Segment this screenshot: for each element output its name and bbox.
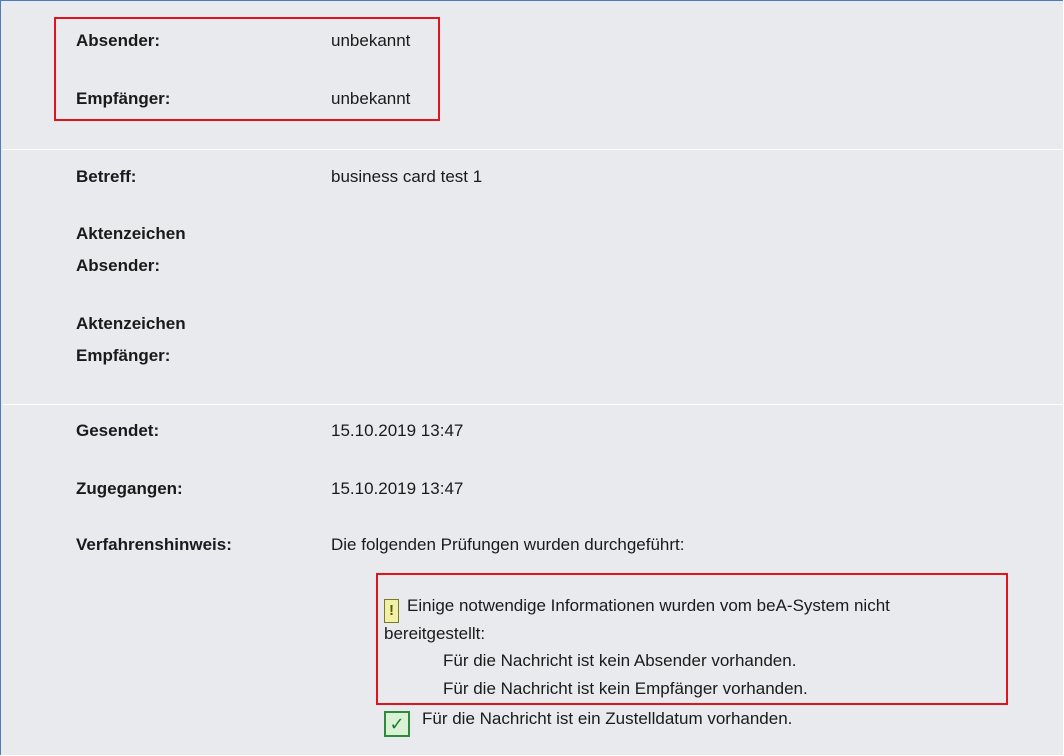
warning-text-1: Einige notwendige Informationen wurden v… xyxy=(407,596,890,615)
exclamation-icon: ! xyxy=(384,599,399,623)
warning-line: ! Einige notwendige Informationen wurden … xyxy=(384,594,890,623)
az-absender-label-line1: Aktenzeichen xyxy=(76,224,186,243)
zugegangen-label: Zugegangen: xyxy=(76,479,183,498)
az-empfaenger-label-line2: Empfänger: xyxy=(76,346,171,365)
subject-section: Betreff: business card test 1 Aktenzeich… xyxy=(3,149,1063,404)
ok-text: Für die Nachricht ist ein Zustelldatum v… xyxy=(422,709,793,728)
warning-detail-1: Für die Nachricht ist kein Absender vorh… xyxy=(443,651,797,670)
message-details-panel: Absender: unbekannt Empfänger: unbekannt… xyxy=(0,0,1063,755)
sender-highlight-box xyxy=(54,17,440,121)
warning-text-2: bereitgestellt: xyxy=(384,624,486,643)
verfahrenshinweis-value: Die folgenden Prüfungen wurden durchgefü… xyxy=(331,535,685,554)
gesendet-value: 15.10.2019 13:47 xyxy=(331,421,464,440)
checkmark-icon: ✓ xyxy=(384,711,410,737)
az-absender-label-line2: Absender: xyxy=(76,256,161,275)
verfahrenshinweis-label: Verfahrenshinweis: xyxy=(76,535,232,554)
betreff-value: business card test 1 xyxy=(331,167,483,186)
zugegangen-value: 15.10.2019 13:47 xyxy=(331,479,464,498)
gesendet-label: Gesendet: xyxy=(76,421,160,440)
warning-detail-2: Für die Nachricht ist kein Empfänger vor… xyxy=(443,679,808,698)
ok-line: ✓ Für die Nachricht ist ein Zustelldatum … xyxy=(384,707,792,737)
betreff-label: Betreff: xyxy=(76,167,137,186)
az-empfaenger-label-line1: Aktenzeichen xyxy=(76,314,186,333)
